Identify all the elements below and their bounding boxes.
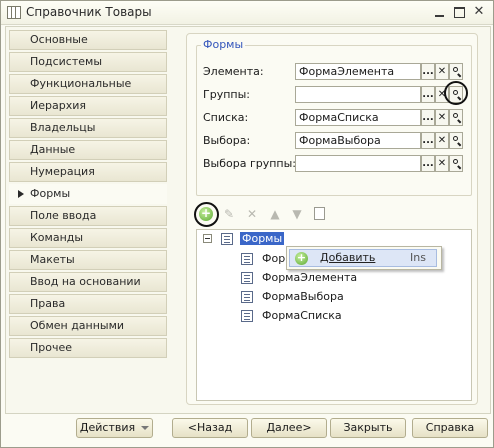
element-select-button[interactable]: ... [421,63,435,80]
sidebar: Основные Подсистемы Функциональные опции… [9,30,167,360]
tree-item-label[interactable]: ФормаЭлемента [262,271,357,284]
form-icon [241,291,253,303]
window-title: Справочник Товары [26,5,152,19]
catalog-icon [7,6,21,19]
choice-form-label: Выбора: [203,134,251,147]
current-arrow-icon [18,190,24,198]
sidebar-item-label: Поле ввода [30,209,97,222]
sidebar-item-ierarhiya[interactable]: Иерархия [9,96,167,116]
sidebar-item-label: Права [30,297,66,310]
sidebar-item-komandy[interactable]: Команды [9,228,167,248]
list-form-field[interactable]: ФормаСписка [295,109,421,126]
magnifier-icon [453,113,458,118]
tree-item-label[interactable]: ФормаСписка [262,309,342,322]
sidebar-item-prochee[interactable]: Прочее [9,338,167,358]
chevron-down-icon [141,426,149,430]
form-icon [241,253,253,265]
move-down-icon[interactable]: ▼ [290,207,304,221]
group-choice-select-button[interactable]: ... [421,155,435,172]
choice-clear-button[interactable]: ✕ [435,132,449,149]
highlight-circle [194,202,219,227]
choice-form-field[interactable]: ФормаВыбора [295,132,421,149]
move-up-icon[interactable]: ▲ [268,207,282,221]
sidebar-item-label: Данные [30,143,76,156]
sidebar-item-label: Обмен данными [30,319,125,332]
list-open-button[interactable] [449,109,463,126]
group-form-field[interactable] [295,86,421,103]
sidebar-item-prava[interactable]: Права [9,294,167,314]
sidebar-item-podsistemy[interactable]: Подсистемы [9,52,167,72]
add-icon: + [295,251,308,265]
list-select-button[interactable]: ... [421,109,435,126]
sidebar-item-label: Макеты [30,253,75,266]
context-menu-add-shortcut: Ins [410,251,426,264]
delete-icon[interactable]: ✕ [245,207,259,221]
actions-button[interactable]: Действия [76,418,153,438]
sidebar-item-vladelcy[interactable]: Владельцы [9,118,167,138]
collapse-icon[interactable] [203,234,212,243]
help-button[interactable]: Справка [412,418,488,438]
sidebar-item-label: Ввод на основании [30,275,141,288]
form-icon [241,310,253,322]
actions-button-label: Действия [79,421,136,434]
form-icon [221,233,233,245]
sidebar-item-vvod-na-osnovanii[interactable]: Ввод на основании [9,272,167,292]
group-select-button[interactable]: ... [421,86,435,103]
group-choice-open-button[interactable] [449,155,463,172]
tree-root-label[interactable]: Формы [240,232,285,245]
sidebar-item-label: Иерархия [30,99,86,112]
back-button[interactable]: <Назад [172,418,248,438]
element-open-button[interactable] [449,63,463,80]
sidebar-item-label: Основные [30,33,88,46]
choice-open-button[interactable] [449,132,463,149]
sidebar-item-label: Владельцы [30,121,96,134]
sidebar-item-pole-vvoda[interactable]: Поле ввода [9,206,167,226]
sidebar-item-label: Прочее [30,341,73,354]
context-menu-add-item[interactable]: + Добавить Ins [289,249,437,267]
magnifier-icon [453,136,458,141]
sidebar-item-osnovnye[interactable]: Основные [9,30,167,50]
group-choice-form-field[interactable] [295,155,421,172]
context-menu: + Добавить Ins [286,246,442,270]
sidebar-item-formy[interactable]: Формы [9,184,167,204]
group-choice-clear-button[interactable]: ✕ [435,155,449,172]
highlight-circle [444,81,468,105]
forms-group-legend: Формы [201,38,246,51]
sidebar-item-funkcionalnye-opcii[interactable]: Функциональные опции [9,74,167,108]
sidebar-item-numeraciya[interactable]: Нумерация [9,162,167,182]
list-settings-icon[interactable] [314,207,325,220]
list-clear-button[interactable]: ✕ [435,109,449,126]
edit-icon[interactable]: ✎ [222,207,236,221]
element-form-field[interactable]: ФормаЭлемента [295,63,421,80]
minimize-button[interactable] [433,5,447,19]
form-icon [241,272,253,284]
title-bar: Справочник Товары ✕ [1,1,493,25]
sidebar-item-label: Подсистемы [30,55,103,68]
sidebar-item-obmen-dannymi[interactable]: Обмен данными [9,316,167,336]
sidebar-item-label: Нумерация [30,165,95,178]
tree-item-label[interactable]: ФормаВыбора [262,290,344,303]
list-form-label: Списка: [203,111,249,124]
sidebar-item-makety[interactable]: Макеты [9,250,167,270]
context-menu-add-label: Добавить [320,251,376,264]
sidebar-item-label: Команды [30,231,84,244]
group-form-label: Группы: [203,88,250,101]
magnifier-icon [453,67,458,72]
close-button[interactable]: Закрыть [330,418,406,438]
sidebar-item-dannye[interactable]: Данные [9,140,167,160]
group-choice-form-label: Выбора группы: [203,157,297,170]
element-clear-button[interactable]: ✕ [435,63,449,80]
choice-select-button[interactable]: ... [421,132,435,149]
next-button[interactable]: Далее> [251,418,327,438]
magnifier-icon [453,159,458,164]
sidebar-item-label: Формы [30,187,71,200]
element-form-label: Элемента: [203,65,264,78]
maximize-button[interactable] [452,5,466,19]
close-window-button[interactable]: ✕ [472,5,486,19]
